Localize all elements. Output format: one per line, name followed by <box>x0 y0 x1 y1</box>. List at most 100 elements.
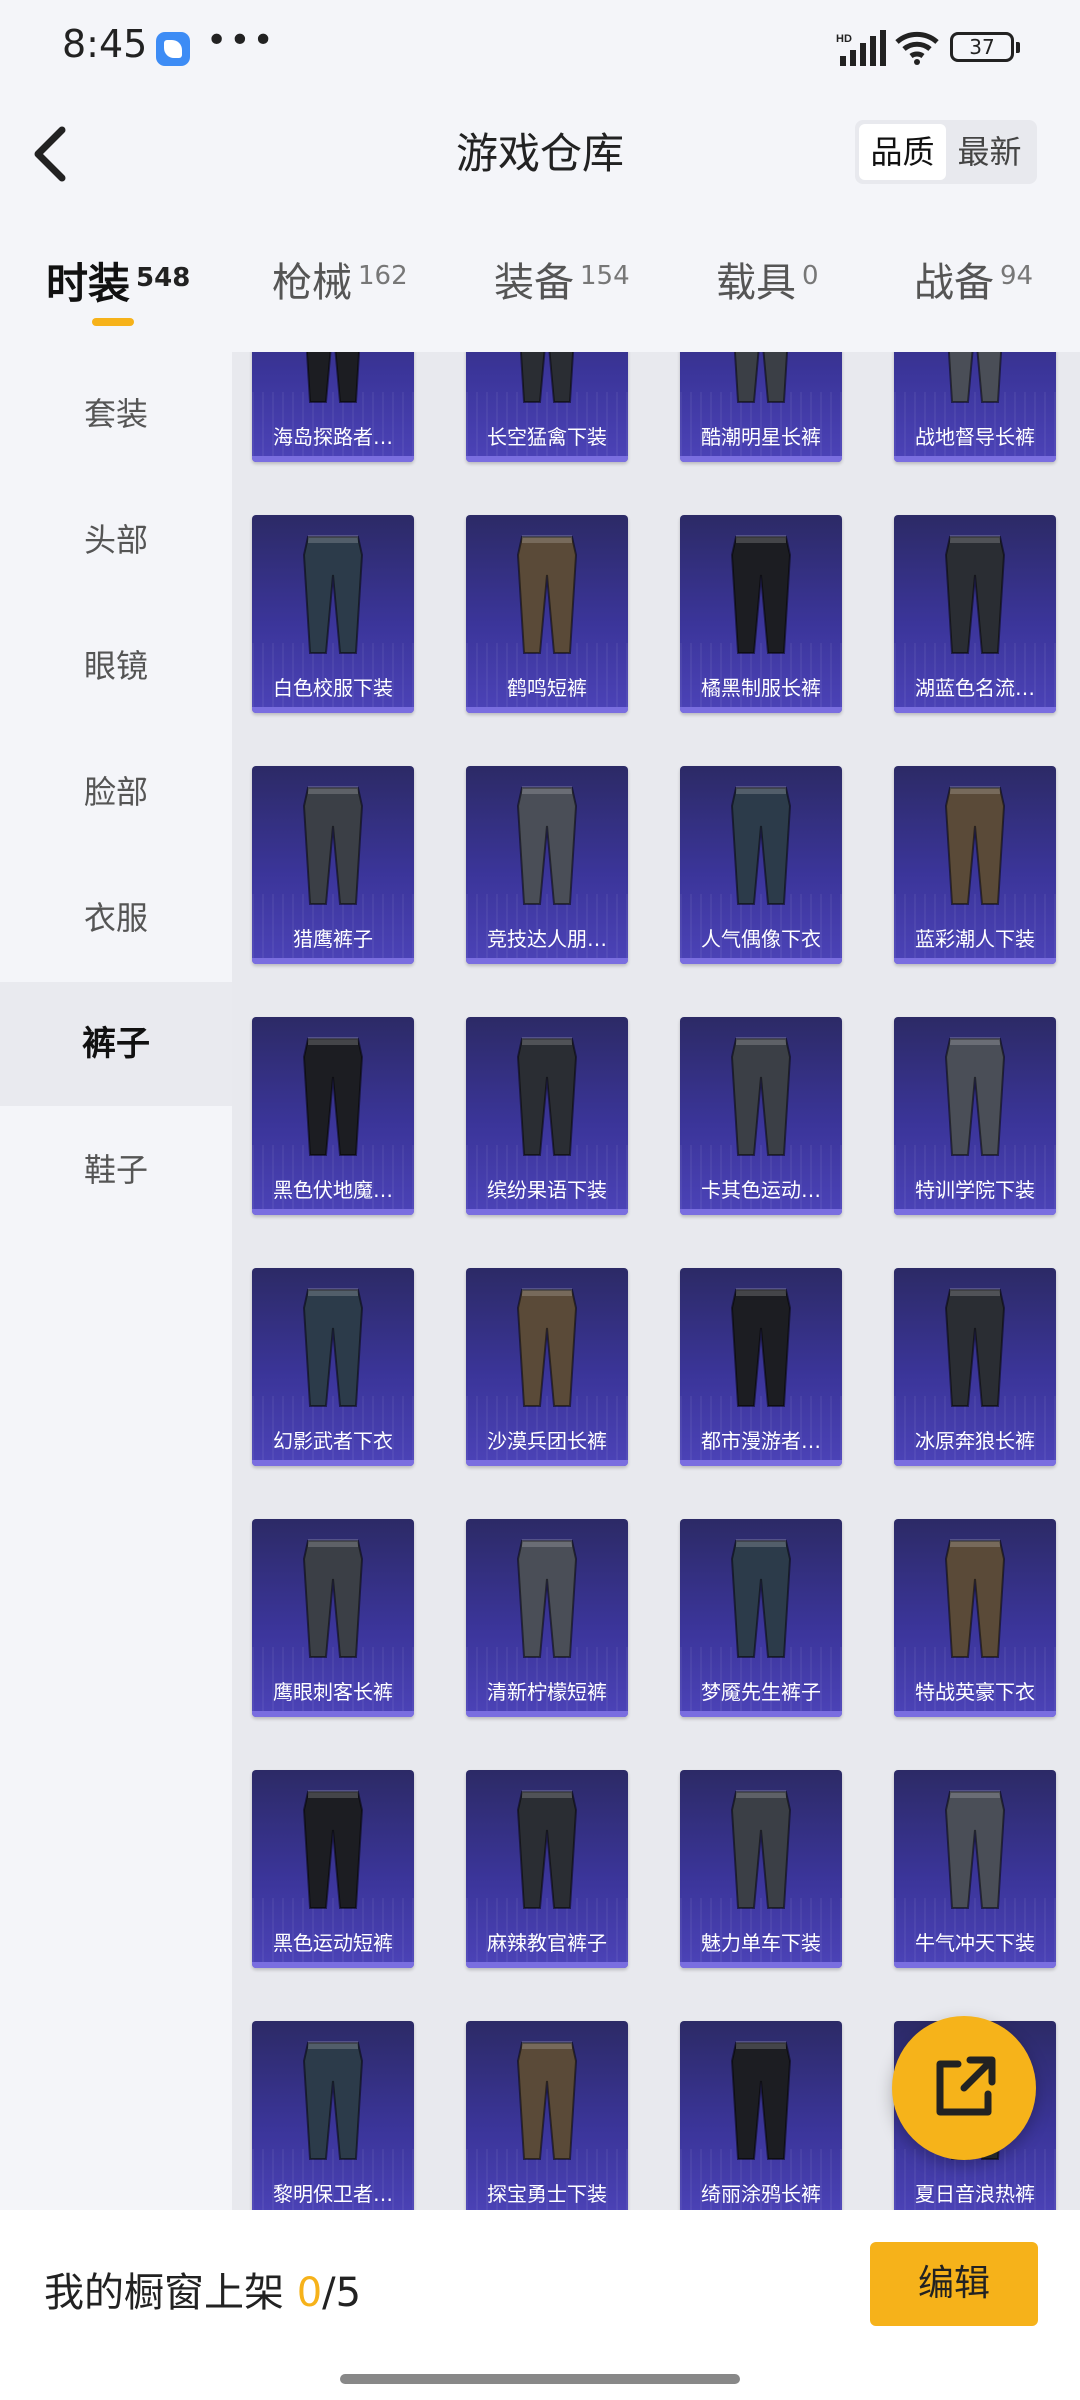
home-indicator[interactable] <box>340 2374 740 2384</box>
item-card[interactable]: 人气偶像下衣 <box>680 766 842 964</box>
more-notifications-icon: ••• <box>206 20 276 61</box>
item-card[interactable]: 战地督导长裤 <box>894 352 1056 462</box>
item-card[interactable]: 牛气冲天下装 <box>894 1770 1056 1968</box>
item-card[interactable]: 蓝彩潮人下装 <box>894 766 1056 964</box>
tab-combat-gear[interactable]: 战备 94 <box>914 250 1033 308</box>
quality-strip <box>894 958 1056 964</box>
quality-strip <box>894 1209 1056 1215</box>
sidebar-item-clothes[interactable]: 衣服 <box>0 856 232 980</box>
quality-strip <box>252 707 414 713</box>
item-card[interactable]: 魅力单车下装 <box>680 1770 842 1968</box>
item-card[interactable]: 都市漫游者… <box>680 1268 842 1466</box>
sidebar-item-head[interactable]: 头部 <box>0 478 232 602</box>
pants-image <box>730 1539 792 1658</box>
sidebar: 套装 头部 眼镜 脸部 衣服 裤子 鞋子 <box>0 352 232 2212</box>
quality-strip <box>680 1711 842 1717</box>
pants-image <box>516 1037 578 1156</box>
wifi-icon <box>895 31 939 65</box>
pants-image <box>516 786 578 905</box>
item-card[interactable]: 特战英豪下衣 <box>894 1519 1056 1717</box>
tab-label: 装备 <box>494 260 574 306</box>
sort-toggle: 品质 最新 <box>855 120 1037 184</box>
item-card[interactable]: 黎明保卫者… <box>252 2021 414 2212</box>
pants-image <box>516 1288 578 1407</box>
sidebar-item-pants[interactable]: 裤子 <box>0 982 232 1106</box>
item-name: 酷潮明星长裤 <box>701 425 821 449</box>
tab-firearms[interactable]: 枪械 162 <box>272 250 408 308</box>
tab-equipment[interactable]: 装备 154 <box>494 250 630 308</box>
sort-newest-button[interactable]: 最新 <box>946 124 1033 180</box>
share-button[interactable] <box>892 2016 1036 2160</box>
tab-count: 94 <box>1000 261 1034 291</box>
pants-image <box>730 1037 792 1156</box>
item-card[interactable]: 酷潮明星长裤 <box>680 352 842 462</box>
status-time: 8:45 <box>62 22 148 66</box>
pants-image <box>944 1539 1006 1658</box>
sidebar-item-glasses[interactable]: 眼镜 <box>0 604 232 728</box>
item-card[interactable]: 橘黑制服长裤 <box>680 515 842 713</box>
pants-image <box>516 535 578 654</box>
item-card[interactable]: 卡其色运动… <box>680 1017 842 1215</box>
pants-image <box>730 2041 792 2160</box>
item-name: 绮丽涂鸦长裤 <box>701 2182 821 2206</box>
pants-image <box>302 1790 364 1909</box>
quality-strip <box>680 1460 842 1466</box>
tab-label: 战备 <box>914 260 994 306</box>
item-card[interactable]: 竞技达人朋… <box>466 766 628 964</box>
item-card[interactable]: 海岛探路者… <box>252 352 414 462</box>
item-card[interactable]: 长空猛禽下装 <box>466 352 628 462</box>
tab-vehicles[interactable]: 载具 0 <box>716 250 819 308</box>
pants-image <box>944 786 1006 905</box>
item-card[interactable]: 幻影武者下衣 <box>252 1268 414 1466</box>
quality-strip <box>252 1962 414 1968</box>
tab-count: 162 <box>358 261 408 291</box>
item-name: 魅力单车下装 <box>701 1931 821 1955</box>
edit-button[interactable]: 编辑 <box>870 2242 1038 2326</box>
quality-strip <box>466 456 628 462</box>
showcase-label: 我的橱窗上架 <box>44 2270 284 2316</box>
item-name: 梦魇先生裤子 <box>701 1680 821 1704</box>
item-name: 长空猛禽下装 <box>487 425 607 449</box>
item-name: 白色校服下装 <box>273 676 393 700</box>
item-card[interactable]: 沙漠兵团长裤 <box>466 1268 628 1466</box>
quality-strip <box>252 1209 414 1215</box>
quality-strip <box>466 1711 628 1717</box>
sidebar-item-face[interactable]: 脸部 <box>0 730 232 854</box>
tab-fashion[interactable]: 时装 548 <box>46 250 190 311</box>
quality-strip <box>680 707 842 713</box>
pants-image <box>305 352 361 403</box>
tab-label: 载具 <box>716 260 796 306</box>
item-card[interactable]: 缤纷果语下装 <box>466 1017 628 1215</box>
sort-quality-button[interactable]: 品质 <box>859 124 946 180</box>
tab-label: 枪械 <box>272 260 352 306</box>
battery-indicator: 37 <box>950 32 1020 62</box>
quality-strip <box>894 1460 1056 1466</box>
sidebar-item-shoes[interactable]: 鞋子 <box>0 1108 232 1232</box>
item-name: 沙漠兵团长裤 <box>487 1429 607 1453</box>
item-card[interactable]: 湖蓝色名流… <box>894 515 1056 713</box>
item-card[interactable]: 白色校服下装 <box>252 515 414 713</box>
quality-strip <box>680 958 842 964</box>
item-name: 卡其色运动… <box>701 1178 821 1202</box>
pants-image <box>302 1288 364 1407</box>
item-card[interactable]: 麻辣教官裤子 <box>466 1770 628 1968</box>
item-card[interactable]: 清新柠檬短裤 <box>466 1519 628 1717</box>
item-name: 海岛探路者… <box>273 425 393 449</box>
item-card[interactable]: 探宝勇士下装 <box>466 2021 628 2212</box>
item-card[interactable]: 黑色运动短裤 <box>252 1770 414 1968</box>
showcase-bar: 我的橱窗上架 0/5 编辑 <box>0 2210 1080 2400</box>
item-card[interactable]: 黑色伏地魔… <box>252 1017 414 1215</box>
item-card[interactable]: 猎鹰裤子 <box>252 766 414 964</box>
item-card[interactable]: 冰原奔狼长裤 <box>894 1268 1056 1466</box>
item-card[interactable]: 特训学院下装 <box>894 1017 1056 1215</box>
item-card[interactable]: 绮丽涂鸦长裤 <box>680 2021 842 2212</box>
tab-count: 154 <box>580 261 630 291</box>
pants-image <box>730 786 792 905</box>
item-card[interactable]: 梦魇先生裤子 <box>680 1519 842 1717</box>
pants-image <box>516 1790 578 1909</box>
item-card[interactable]: 鹰眼刺客长裤 <box>252 1519 414 1717</box>
sidebar-item-outfit[interactable]: 套装 <box>0 352 232 476</box>
pants-image <box>733 352 789 403</box>
item-name: 湖蓝色名流… <box>915 676 1035 700</box>
item-card[interactable]: 鹤鸣短裤 <box>466 515 628 713</box>
